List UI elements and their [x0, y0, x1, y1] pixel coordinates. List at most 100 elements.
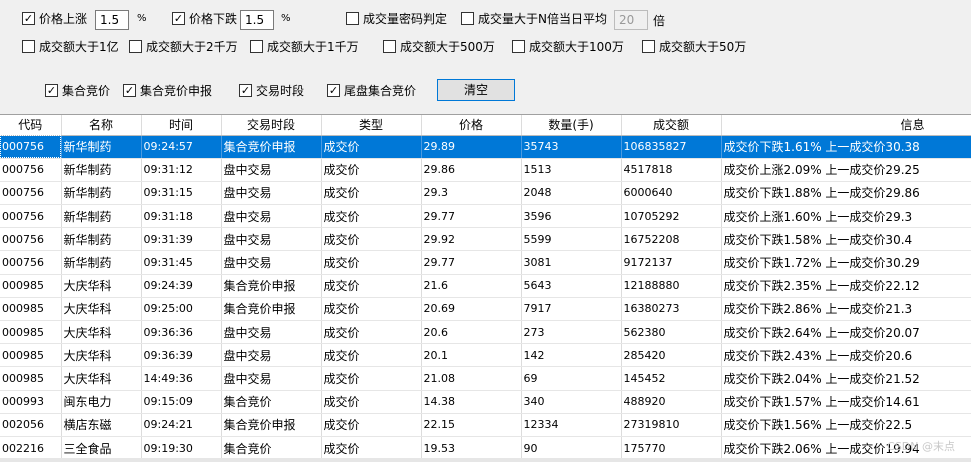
col-session-header[interactable]: 交易时段	[221, 115, 322, 136]
checkbox-amount-5m[interactable]: 成交额大于500万	[383, 38, 495, 55]
col-type-header[interactable]: 类型	[321, 115, 422, 136]
col-name-cell: 新华制药	[61, 204, 142, 229]
table-row[interactable]: 000985 大庆华科 14:49:36 盘中交易 成交价 21.08 69 145452 成交…	[0, 366, 971, 391]
col-amount-cell: 106835827	[621, 135, 722, 159]
col-session-cell: 集合竞价申报	[221, 274, 322, 298]
checkbox-amount-5m-box[interactable]	[383, 40, 396, 53]
checkbox-price-fall-box[interactable]: ✓	[172, 12, 185, 25]
checkbox-call-auction[interactable]: ✓ 集合竞价	[45, 82, 110, 99]
checkbox-call-auction-label: 集合竞价	[62, 84, 111, 98]
col-code-header[interactable]: 代码	[0, 115, 62, 136]
checkbox-amount-100m-box[interactable]	[22, 40, 35, 53]
checkbox-trading-session-box[interactable]: ✓	[239, 84, 252, 97]
checkbox-amount-1m-box[interactable]	[512, 40, 525, 53]
table-row[interactable]: 002216 三全食品 09:19:30 集合竞价 成交价 19.53 90 175770 成交…	[0, 436, 971, 461]
clear-button[interactable]: 清空	[437, 79, 515, 101]
checkbox-price-rise[interactable]: ✓ 价格上涨	[22, 10, 87, 27]
col-name-header[interactable]: 名称	[61, 115, 142, 136]
col-name-cell: 新华制药	[61, 250, 142, 275]
trade-grid[interactable]: 代码 名称 时间 交易时段 类型 价格 数量(手) 成交额 信息 000756 新华制药 09:24…	[0, 114, 971, 462]
col-info-header[interactable]: 信息	[721, 115, 971, 136]
col-qty-cell: 35743	[521, 135, 622, 159]
col-info-cell: 成交价下跌1.72% 上一成交价30.29	[721, 250, 971, 275]
col-type-cell: 成交价	[321, 390, 422, 414]
table-row[interactable]: 000985 大庆华科 09:36:36 盘中交易 成交价 20.6 273 562380 成交…	[0, 320, 971, 345]
col-amount-header[interactable]: 成交额	[621, 115, 722, 136]
col-qty-header[interactable]: 数量(手)	[521, 115, 622, 136]
checkbox-amount-100m[interactable]: 成交额大于1亿	[22, 38, 119, 55]
col-amount-cell: 145452	[621, 366, 722, 391]
table-row[interactable]: 000756 新华制药 09:31:39 盘中交易 成交价 29.92 5599 167522…	[0, 227, 971, 252]
checkbox-amount-500k[interactable]: 成交额大于50万	[642, 38, 746, 55]
col-type-cell: 成交价	[321, 297, 422, 322]
checkbox-volume-code[interactable]: 成交量密码判定	[346, 10, 447, 27]
col-type-cell: 成交价	[321, 135, 422, 159]
table-row[interactable]: 000756 新华制药 09:24:57 集合竞价申报 成交价 29.89 35743 106…	[0, 135, 971, 159]
checkbox-amount-10m[interactable]: 成交额大于1千万	[250, 38, 359, 55]
checkbox-amount-20m[interactable]: 成交额大于2千万	[129, 38, 238, 55]
col-time-cell: 09:31:12	[141, 158, 222, 182]
checkbox-call-auction-order[interactable]: ✓ 集合竞价申报	[123, 82, 212, 99]
col-code-cell: 000985	[0, 297, 62, 322]
col-info-cell: 成交价下跌1.56% 上一成交价22.5	[721, 413, 971, 437]
checkbox-call-auction-order-box[interactable]: ✓	[123, 84, 136, 97]
table-row[interactable]: 002056 横店东磁 09:24:21 集合竞价申报 成交价 22.15 12334 273…	[0, 413, 971, 437]
checkbox-price-rise-box[interactable]: ✓	[22, 12, 35, 25]
table-row[interactable]: 000993 闽东电力 09:15:09 集合竞价 成交价 14.38 340 488920 成…	[0, 390, 971, 414]
col-type-cell: 成交价	[321, 227, 422, 252]
checkbox-price-fall[interactable]: ✓ 价格下跌	[172, 10, 237, 27]
table-header: 代码 名称 时间 交易时段 类型 价格 数量(手) 成交额 信息	[0, 115, 971, 136]
col-price-header[interactable]: 价格	[421, 115, 522, 136]
col-price-cell: 29.86	[421, 158, 522, 182]
col-price-cell: 21.6	[421, 274, 522, 298]
col-qty-cell: 1513	[521, 158, 622, 182]
checkbox-amount-5m-label: 成交额大于500万	[400, 40, 495, 54]
table-row[interactable]: 000985 大庆华科 09:36:39 盘中交易 成交价 20.1 142 285420 成交…	[0, 343, 971, 368]
checkbox-closing-auction[interactable]: ✓ 尾盘集合竞价	[327, 82, 416, 99]
price-fall-input[interactable]	[240, 10, 274, 30]
col-code-cell: 002056	[0, 413, 62, 437]
col-code-cell: 000756	[0, 158, 62, 182]
col-session-cell: 集合竞价申报	[221, 413, 322, 437]
col-price-cell: 29.92	[421, 227, 522, 252]
checkbox-amount-500k-box[interactable]	[642, 40, 655, 53]
checkbox-volume-multiple-box[interactable]	[461, 12, 474, 25]
col-session-cell: 盘中交易	[221, 343, 322, 368]
table-row[interactable]: 000756 新华制药 09:31:15 盘中交易 成交价 29.3 2048 6000640…	[0, 181, 971, 206]
checkbox-call-auction-box[interactable]: ✓	[45, 84, 58, 97]
col-qty-cell: 273	[521, 320, 622, 345]
col-price-cell: 21.08	[421, 366, 522, 391]
table-row[interactable]: 000985 大庆华科 09:25:00 集合竞价申报 成交价 20.69 7917 1638…	[0, 297, 971, 322]
checkbox-trading-session[interactable]: ✓ 交易时段	[239, 82, 304, 99]
checkbox-volume-code-box[interactable]	[346, 12, 359, 25]
col-info-cell: 成交价下跌2.64% 上一成交价20.07	[721, 320, 971, 345]
col-time-cell: 09:31:18	[141, 204, 222, 229]
col-time-cell: 09:36:36	[141, 320, 222, 345]
col-type-cell: 成交价	[321, 181, 422, 206]
price-rise-input[interactable]	[95, 10, 129, 30]
col-name-cell: 新华制药	[61, 181, 142, 206]
col-time-cell: 14:49:36	[141, 366, 222, 391]
col-session-cell: 盘中交易	[221, 366, 322, 391]
col-price-cell: 19.53	[421, 436, 522, 461]
col-name-cell: 新华制药	[61, 135, 142, 159]
volume-multiple-input[interactable]	[614, 10, 648, 30]
col-time-header[interactable]: 时间	[141, 115, 222, 136]
col-name-cell: 大庆华科	[61, 366, 142, 391]
checkbox-closing-auction-box[interactable]: ✓	[327, 84, 340, 97]
checkbox-volume-multiple[interactable]: 成交量大于N倍当日平均	[461, 10, 607, 27]
col-amount-cell: 16752208	[621, 227, 722, 252]
table-row[interactable]: 000756 新华制药 09:31:12 盘中交易 成交价 29.86 1513 451781…	[0, 158, 971, 182]
checkbox-amount-20m-box[interactable]	[129, 40, 142, 53]
col-amount-cell: 285420	[621, 343, 722, 368]
col-session-cell: 盘中交易	[221, 320, 322, 345]
table-row[interactable]: 000756 新华制药 09:31:18 盘中交易 成交价 29.77 3596 107052…	[0, 204, 971, 229]
checkbox-amount-10m-box[interactable]	[250, 40, 263, 53]
table-row[interactable]: 000985 大庆华科 09:24:39 集合竞价申报 成交价 21.6 5643 12188…	[0, 274, 971, 298]
checkbox-amount-1m[interactable]: 成交额大于100万	[512, 38, 624, 55]
col-type-cell: 成交价	[321, 204, 422, 229]
horizontal-scrollbar[interactable]	[0, 458, 971, 462]
col-amount-cell: 175770	[621, 436, 722, 461]
col-name-cell: 三全食品	[61, 436, 142, 461]
table-row[interactable]: 000756 新华制药 09:31:45 盘中交易 成交价 29.77 3081 917213…	[0, 250, 971, 275]
